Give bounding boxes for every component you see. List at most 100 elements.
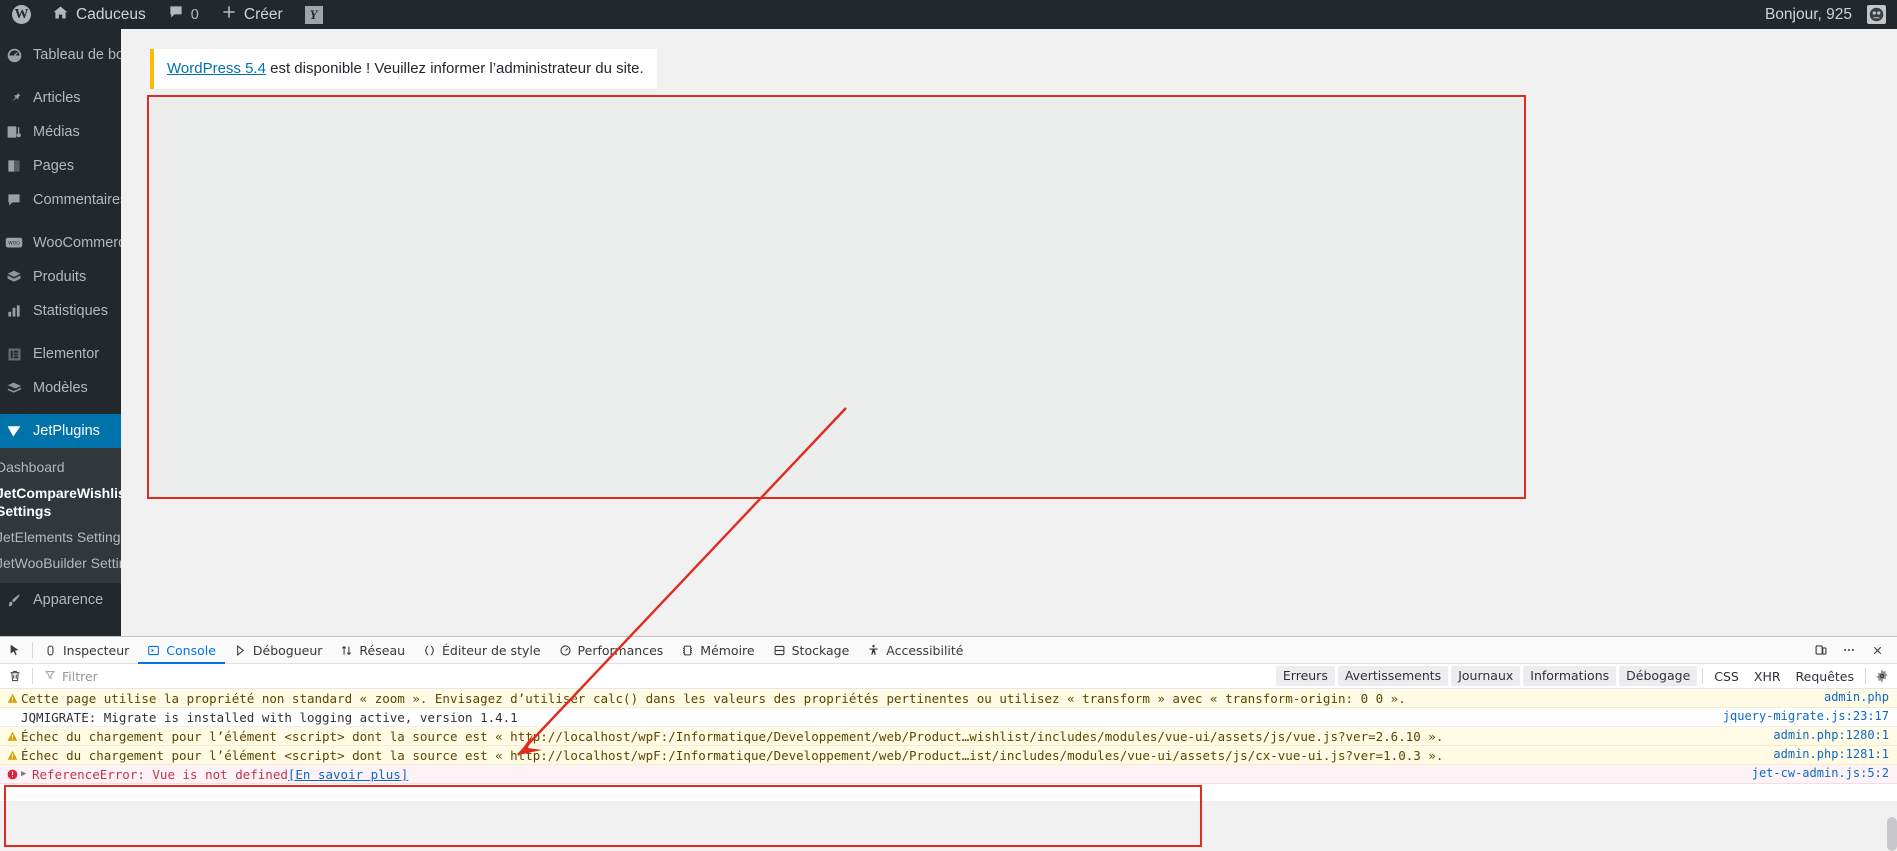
tab-label: Éditeur de style [442, 642, 541, 658]
console-row-warning-zoom[interactable]: Cette page utilise la propriété non stan… [0, 689, 1897, 708]
filter-chip-debogage[interactable]: Débogage [1619, 666, 1698, 686]
yoast-seo-icon: Y [304, 5, 323, 24]
site-name-label: Caduceus [76, 5, 146, 23]
submenu-item-jetwoobuilder-settings[interactable]: JetWooBuilder Settings [0, 550, 121, 576]
filter-toggle-xhr[interactable]: XHR [1748, 667, 1787, 686]
sidebar-item-commentaires[interactable]: Commentaires [0, 183, 121, 217]
console-filter-toggles: Erreurs Avertissements Journaux Informat… [1275, 666, 1897, 686]
sidebar-item-tableau-de-bord[interactable]: Tableau de bord [0, 38, 121, 72]
sidebar-item-label: Articles [33, 90, 81, 106]
sidebar-item-articles[interactable]: Articles [0, 81, 121, 115]
tab-console[interactable]: Console [138, 637, 225, 664]
element-picker-icon[interactable] [0, 643, 30, 657]
tab-inspecteur[interactable]: Inspecteur [35, 637, 138, 664]
console-message-source[interactable]: admin.php:1280:1 [1773, 728, 1889, 742]
console-scrollbar-thumb[interactable] [1887, 817, 1897, 851]
filter-toggle-css[interactable]: CSS [1708, 667, 1745, 686]
update-notice-text: est disponible ! Veuillez informer l’adm… [265, 60, 644, 77]
console-message-source[interactable]: admin.php [1824, 690, 1889, 704]
console-message-text: Cette page utilise la propriété non stan… [21, 690, 1406, 706]
console-row-error-referenceerror[interactable]: ▶ ReferenceError: Vue is not defined [En… [0, 765, 1897, 784]
console-message-source[interactable]: jet-cw-admin.js:5:2 [1752, 766, 1889, 780]
admin-bar-site-name[interactable]: Caduceus [41, 0, 157, 29]
tab-memoire[interactable]: Mémoire [672, 637, 763, 664]
comment-bubble-icon [168, 4, 184, 25]
annotation-error-highlight-box [4, 785, 1202, 847]
filter-chip-journaux[interactable]: Journaux [1451, 666, 1521, 686]
sidebar-item-label: Apparence [33, 592, 104, 608]
submenu-item-dashboard[interactable]: Dashboard [0, 454, 121, 480]
tab-performances[interactable]: Performances [550, 637, 673, 664]
sidebar-item-apparence[interactable]: Apparence [0, 583, 121, 617]
sidebar-item-modeles[interactable]: Modèles [0, 371, 121, 405]
sidebar-item-elementor[interactable]: Elementor [0, 337, 121, 371]
admin-main-content: WordPress 5.4 est disponible ! Veuillez … [121, 29, 1897, 636]
trash-icon[interactable] [0, 669, 30, 683]
storage-icon [773, 644, 786, 657]
sidebar-submenu-jetplugins[interactable]: Dashboard JetCompareWishlist Settings Je… [0, 448, 121, 583]
devtools-toolbar: Inspecteur Console Débogueur Réseau Édit… [0, 637, 1897, 664]
tab-label: Réseau [359, 642, 406, 658]
filter-chip-avertissements[interactable]: Avertissements [1337, 666, 1449, 686]
filter-chip-erreurs[interactable]: Erreurs [1275, 666, 1335, 686]
console-row-log-jqmigrate[interactable]: JQMIGRATE: Migrate is installed with log… [0, 708, 1897, 727]
tab-reseau[interactable]: Réseau [331, 637, 414, 664]
learn-more-link[interactable]: [En savoir plus] [288, 767, 408, 782]
tab-accessibilite[interactable]: Accessibilité [858, 637, 972, 664]
console-message-source[interactable]: jquery-migrate.js:23:17 [1723, 709, 1889, 723]
sidebar-item-medias[interactable]: Médias [0, 115, 121, 149]
filter-toggle-requetes[interactable]: Requêtes [1790, 667, 1860, 686]
admin-bar-my-account[interactable]: Bonjour, 925 [1754, 0, 1897, 29]
admin-bar-wp-logo[interactable]: W [0, 0, 41, 29]
admin-bar-comments[interactable]: 0 [157, 0, 210, 29]
sidebar-item-woocommerce[interactable]: WOO WooCommerce [0, 226, 121, 260]
console-icon [147, 644, 160, 657]
media-icon [3, 124, 25, 140]
console-row-warning-script-cx-vue-ui[interactable]: Échec du chargement pour l’élément <scri… [0, 746, 1897, 765]
warning-triangle-icon [4, 693, 21, 704]
elementor-icon [3, 347, 25, 362]
dashboard-icon [3, 47, 25, 64]
gear-icon[interactable] [1871, 669, 1893, 683]
responsive-design-mode-icon[interactable] [1808, 638, 1834, 662]
wordpress-logo-icon: W [12, 5, 31, 24]
tab-debogueur[interactable]: Débogueur [225, 637, 332, 664]
admin-bar-new-content[interactable]: Créer [210, 0, 294, 29]
console-filter-input[interactable]: Filtrer [35, 669, 98, 684]
warning-triangle-icon [4, 750, 21, 761]
jetplugins-settings-panel [147, 95, 1526, 499]
tab-label: Inspecteur [63, 642, 130, 658]
sidebar-item-pages[interactable]: Pages [0, 149, 121, 183]
console-row-warning-script-vue[interactable]: Échec du chargement pour l’élément <scri… [0, 727, 1897, 746]
new-content-label: Créer [243, 5, 283, 23]
funnel-icon [44, 669, 56, 684]
console-message-text: JQMIGRATE: Migrate is installed with log… [21, 709, 518, 725]
console-filter-bar: Filtrer Erreurs Avertissements Journaux … [0, 664, 1897, 689]
admin-bar-yoast[interactable]: Y [294, 0, 334, 29]
firefox-devtools-panel: Inspecteur Console Débogueur Réseau Édit… [0, 636, 1897, 851]
console-message-source[interactable]: admin.php:1281:1 [1773, 747, 1889, 761]
submenu-item-jetcomparewishlist-settings[interactable]: JetCompareWishlist Settings [0, 480, 121, 524]
sidebar-item-produits[interactable]: Produits [0, 260, 121, 294]
tab-label: Console [166, 642, 216, 658]
submenu-item-jetelements-settings[interactable]: JetElements Settings [0, 524, 121, 550]
wordpress-version-link[interactable]: WordPress 5.4 [167, 60, 266, 77]
sidebar-item-label: Produits [33, 269, 87, 285]
expand-arrow-icon[interactable]: ▶ [21, 769, 32, 779]
tab-editeur-de-style[interactable]: Éditeur de style [414, 637, 550, 664]
meatball-menu-icon[interactable] [1836, 638, 1862, 662]
filter-divider [1702, 668, 1704, 684]
close-icon[interactable] [1864, 638, 1890, 662]
admin-sidebar-menu[interactable]: Tableau de bord Articles Médias Pages Co… [0, 29, 121, 636]
console-message-text: Échec du chargement pour l’élément <scri… [21, 728, 1444, 744]
tab-stockage[interactable]: Stockage [764, 637, 859, 664]
sidebar-item-jetplugins[interactable]: JetPlugins [0, 414, 121, 448]
tab-label: Stockage [791, 642, 850, 658]
template-icon [3, 381, 25, 396]
tab-label: Mémoire [700, 642, 755, 658]
debugger-icon [234, 644, 247, 657]
console-message-text: ReferenceError: Vue is not defined [32, 766, 288, 782]
sidebar-item-statistiques[interactable]: Statistiques [0, 294, 121, 328]
console-message-text: Échec du chargement pour l’élément <scri… [21, 747, 1444, 763]
filter-chip-informations[interactable]: Informations [1523, 666, 1617, 686]
